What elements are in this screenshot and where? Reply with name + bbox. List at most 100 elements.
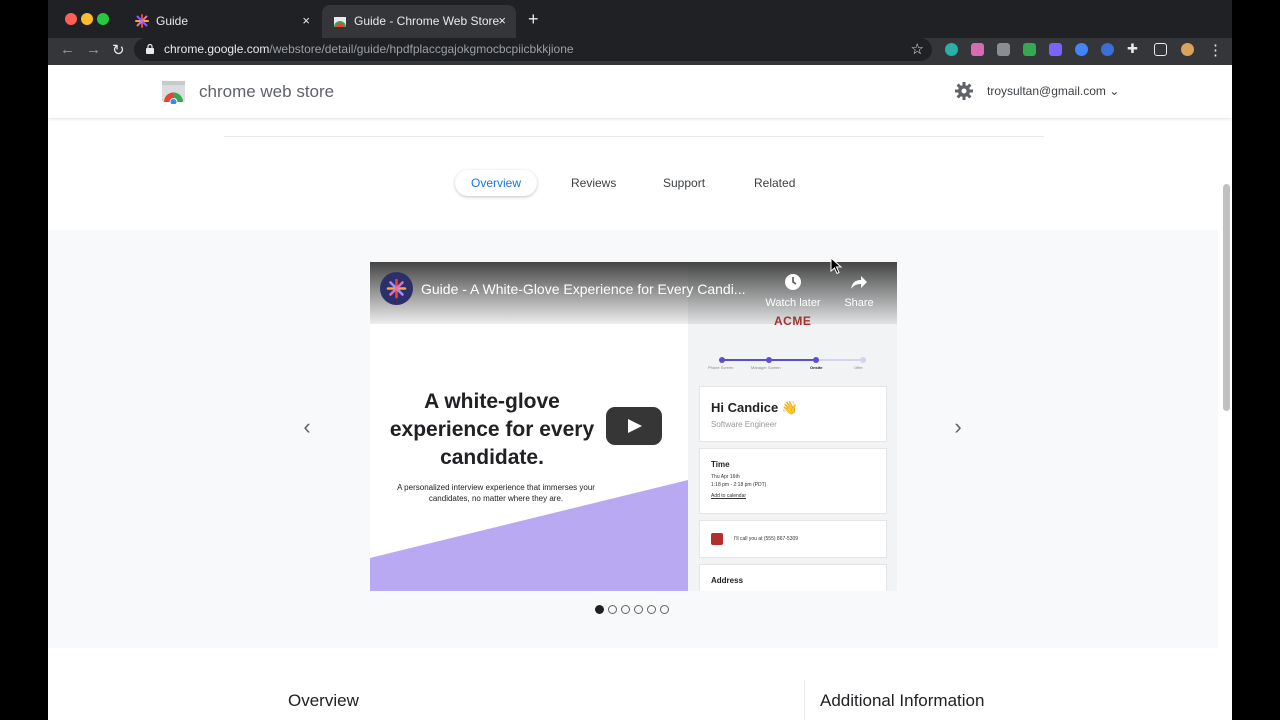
play-icon bbox=[628, 419, 642, 433]
webstore-favicon-icon bbox=[334, 17, 346, 27]
time-date: Thu Apr 16th bbox=[711, 474, 740, 480]
address-card: Address bbox=[699, 564, 887, 591]
gear-icon[interactable] bbox=[954, 81, 974, 101]
overview-heading: Overview bbox=[288, 691, 359, 710]
tab-strip: Guide × Guide - Chrome Web Store × + bbox=[48, 0, 1232, 38]
close-window-button[interactable] bbox=[65, 13, 77, 25]
screenshot-gallery: ‹ › A white-glove experience for every c… bbox=[48, 230, 1218, 648]
kebab-menu-icon[interactable]: ⋮ bbox=[1208, 41, 1223, 59]
step-dot bbox=[719, 357, 725, 363]
account-email: troysultan@gmail.com bbox=[987, 84, 1106, 98]
detail-tabs: Overview Reviews Support Related bbox=[48, 170, 1232, 198]
greeting-card: Hi Candice 👋 Software Engineer bbox=[699, 386, 887, 442]
plus-icon[interactable]: + bbox=[528, 9, 539, 30]
close-icon[interactable]: × bbox=[498, 13, 506, 28]
mouse-cursor-icon bbox=[830, 257, 842, 275]
scrollbar-thumb[interactable] bbox=[1223, 184, 1230, 411]
divider bbox=[224, 136, 1044, 137]
step-dot bbox=[813, 357, 819, 363]
browser-toolbar: ← → ↻ chrome.google.com/webstore/detail/… bbox=[48, 38, 1232, 65]
video-title[interactable]: Guide - A White-Glove Experience for Eve… bbox=[421, 281, 745, 297]
call-card: I'll call you at (555) 867-5309 bbox=[699, 520, 887, 558]
gallery-dot[interactable] bbox=[647, 605, 656, 614]
chevron-down-icon: ⌄ bbox=[1109, 84, 1120, 98]
channel-avatar[interactable] bbox=[380, 272, 413, 305]
account-menu[interactable]: troysultan@gmail.com ⌄ bbox=[987, 84, 1119, 98]
share-button[interactable]: Share bbox=[829, 273, 889, 309]
address-bar[interactable]: chrome.google.com/webstore/detail/guide/… bbox=[134, 38, 932, 61]
share-arrow-icon bbox=[851, 276, 867, 289]
role-text: Software Engineer bbox=[711, 420, 777, 429]
add-calendar-link: Add to calendar bbox=[711, 493, 747, 499]
time-range: 1:18 pm - 2:18 pm (PDT) bbox=[711, 482, 767, 488]
cast-icon[interactable] bbox=[1154, 43, 1167, 56]
tab-title: Guide - Chrome Web Store bbox=[354, 14, 500, 28]
watch-later-button[interactable]: Watch later bbox=[763, 273, 823, 309]
url-text: chrome.google.com/webstore/detail/guide/… bbox=[164, 42, 574, 56]
time-label: Time bbox=[711, 460, 730, 469]
watch-later-label: Watch later bbox=[765, 297, 821, 309]
minimize-window-button[interactable] bbox=[81, 13, 93, 25]
bookmark-star-icon[interactable]: ☆ bbox=[911, 40, 924, 58]
browser-window: Guide × Guide - Chrome Web Store × + ← →… bbox=[48, 0, 1232, 720]
greeting-text: Hi Candice 👋 bbox=[711, 400, 798, 415]
password-extension-icon[interactable] bbox=[1101, 43, 1114, 56]
divider bbox=[804, 680, 805, 720]
tab-title: Guide bbox=[156, 14, 189, 28]
extension-icon[interactable] bbox=[1049, 43, 1062, 56]
store-title[interactable]: chrome web store bbox=[199, 82, 334, 102]
step-label: Onsite bbox=[810, 365, 823, 370]
store-header: chrome web store troysultan@gmail.com ⌄ bbox=[48, 65, 1232, 118]
call-text: I'll call you at (555) 867-5309 bbox=[734, 536, 799, 542]
extension-icon[interactable] bbox=[1023, 43, 1036, 56]
lock-icon bbox=[146, 44, 154, 54]
guide-extension-icon[interactable] bbox=[971, 43, 984, 56]
slide-headline: A white-glove experience for every candi… bbox=[389, 390, 595, 469]
forward-button[interactable]: → bbox=[86, 41, 101, 58]
maximize-window-button[interactable] bbox=[97, 13, 109, 25]
tab-overview[interactable]: Overview bbox=[455, 170, 537, 196]
extension-icon[interactable] bbox=[1075, 43, 1088, 56]
address-label: Address bbox=[711, 576, 744, 585]
chevron-left-icon[interactable]: ‹ bbox=[288, 408, 326, 446]
video-player[interactable]: A white-glove experience for every candi… bbox=[370, 262, 897, 591]
reload-button[interactable]: ↻ bbox=[112, 41, 125, 59]
extension-icon[interactable] bbox=[997, 43, 1010, 56]
web-page: chrome web store troysultan@gmail.com ⌄ … bbox=[48, 65, 1232, 720]
additional-info-heading: Additional Information bbox=[820, 691, 985, 710]
clock-icon bbox=[785, 274, 801, 290]
tab-guide[interactable]: Guide × bbox=[124, 5, 320, 38]
chevron-right-icon[interactable]: › bbox=[939, 408, 977, 446]
tab-support[interactable]: Support bbox=[647, 170, 721, 196]
play-button[interactable] bbox=[606, 407, 662, 445]
extension-icon[interactable] bbox=[945, 43, 958, 56]
gallery-dot[interactable] bbox=[621, 605, 630, 614]
gallery-dot[interactable] bbox=[608, 605, 617, 614]
gallery-dot[interactable] bbox=[660, 605, 669, 614]
share-label: Share bbox=[844, 297, 874, 309]
guide-favicon-icon bbox=[135, 14, 149, 28]
close-icon[interactable]: × bbox=[302, 13, 310, 28]
time-card: Time Thu Apr 16th 1:18 pm - 2:18 pm (PDT… bbox=[699, 448, 887, 514]
step-label: Phone Screen bbox=[708, 365, 734, 370]
puzzle-icon[interactable]: ✚ bbox=[1127, 41, 1138, 57]
step-label: Manager Screen bbox=[751, 365, 781, 370]
gallery-dot[interactable] bbox=[634, 605, 643, 614]
video-topbar: Guide - A White-Glove Experience for Eve… bbox=[370, 262, 897, 324]
step-dot bbox=[766, 357, 772, 363]
back-button[interactable]: ← bbox=[60, 41, 75, 58]
url-path: /webstore/detail/guide/hpdfplaccgajokgmo… bbox=[269, 42, 574, 56]
gallery-dot[interactable] bbox=[595, 605, 604, 614]
progress-steps bbox=[719, 357, 866, 363]
guide-logo-icon bbox=[386, 278, 407, 299]
tab-chrome-web-store[interactable]: Guide - Chrome Web Store × bbox=[322, 5, 516, 38]
chrome-web-store-logo-icon[interactable] bbox=[161, 79, 186, 104]
avatar[interactable] bbox=[1181, 43, 1194, 56]
slide-subline: A personalized interview experience that… bbox=[397, 483, 595, 503]
tab-related[interactable]: Related bbox=[738, 170, 811, 196]
tab-reviews[interactable]: Reviews bbox=[555, 170, 632, 196]
url-host: chrome.google.com bbox=[164, 42, 270, 56]
step-dot bbox=[860, 357, 866, 363]
step-label: Offer bbox=[854, 365, 863, 370]
phone-icon bbox=[711, 533, 723, 545]
